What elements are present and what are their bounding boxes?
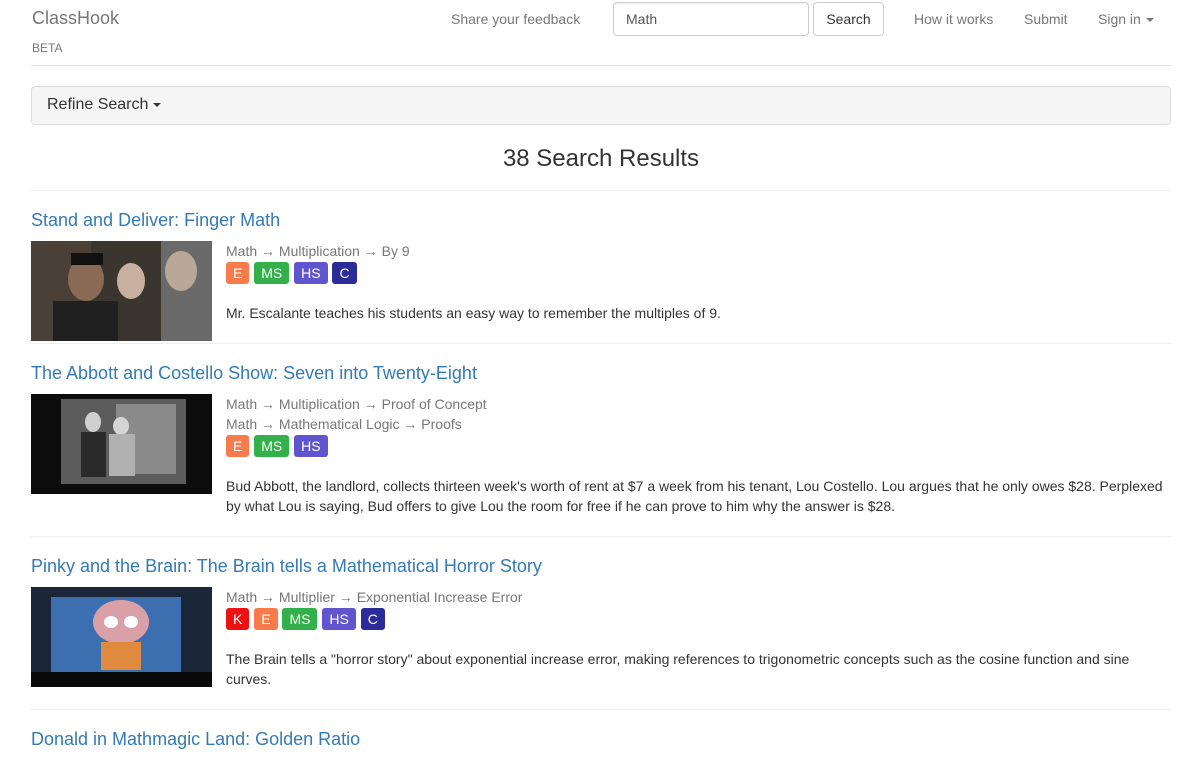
result-item: Stand and Deliver: Finger Math Math → Mu… — [31, 191, 1171, 344]
navbar: ClassHook BETA Share your feedback Searc… — [31, 0, 1171, 66]
video-thumbnail[interactable] — [31, 587, 212, 687]
grade-badge-kindergarten[interactable]: K — [226, 608, 250, 630]
caret-down-icon — [1145, 18, 1154, 23]
subject-path: Math → Mathematical Logic → Proofs — [226, 416, 462, 432]
submit-link[interactable]: Submit — [1024, 11, 1068, 27]
grade-badges: E MS HS — [226, 435, 1171, 457]
result-item: Donald in Mathmagic Land: Golden Ratio — [31, 710, 1171, 750]
result-title-link[interactable]: The Abbott and Costello Show: Seven into… — [31, 344, 1171, 384]
how-it-works-link[interactable]: How it works — [914, 11, 993, 27]
grade-badge-high-school[interactable]: HS — [294, 262, 328, 284]
subject-path: Math → Multiplier → Exponential Increase… — [226, 589, 523, 605]
video-thumbnail[interactable] — [31, 241, 212, 341]
refine-search-panel: Refine Search — [31, 86, 1171, 125]
result-title-link[interactable]: Pinky and the Brain: The Brain tells a M… — [31, 537, 1171, 577]
grade-badge-high-school[interactable]: HS — [322, 608, 356, 630]
grade-badge-elementary[interactable]: E — [226, 435, 250, 457]
feedback-link[interactable]: Share your feedback — [451, 11, 580, 27]
result-title-link[interactable]: Stand and Deliver: Finger Math — [31, 191, 1171, 231]
grade-badges: E MS HS C — [226, 262, 1171, 284]
result-item: The Abbott and Costello Show: Seven into… — [31, 344, 1171, 537]
grade-badge-middle-school[interactable]: MS — [282, 608, 318, 630]
grade-badge-middle-school[interactable]: MS — [254, 262, 290, 284]
page: ClassHook BETA Share your feedback Searc… — [31, 0, 1171, 750]
result-description: Bud Abbott, the landlord, collects thirt… — [226, 478, 1163, 514]
sign-in-dropdown[interactable]: Sign in — [1098, 11, 1154, 27]
video-thumbnail[interactable] — [31, 394, 212, 494]
subject-path: Math → Multiplication → Proof of Concept — [226, 396, 487, 412]
result-item: Pinky and the Brain: The Brain tells a M… — [31, 537, 1171, 710]
result-description: The Brain tells a "horror story" about e… — [226, 651, 1130, 687]
search-input[interactable] — [613, 2, 809, 36]
grade-badge-high-school[interactable]: HS — [294, 435, 328, 457]
grade-badge-middle-school[interactable]: MS — [254, 435, 290, 457]
caret-down-icon — [153, 102, 162, 107]
result-title-link[interactable]: Donald in Mathmagic Land: Golden Ratio — [31, 710, 1171, 750]
grade-badge-college[interactable]: C — [332, 262, 357, 284]
brand-logo[interactable]: ClassHook — [32, 8, 119, 29]
beta-label: BETA — [32, 41, 63, 55]
refine-search-toggle[interactable]: Refine Search — [47, 96, 162, 114]
result-description: Mr. Escalante teaches his students an ea… — [226, 305, 721, 321]
grade-badge-college[interactable]: C — [360, 608, 385, 630]
search-button[interactable]: Search — [813, 2, 884, 36]
subject-path: Math → Multiplication → By 9 — [226, 243, 410, 259]
sign-in-label: Sign in — [1098, 11, 1141, 27]
grade-badge-elementary[interactable]: E — [226, 262, 250, 284]
results-count: 38 Search Results — [31, 125, 1171, 191]
grade-badge-elementary[interactable]: E — [254, 608, 278, 630]
grade-badges: K E MS HS C — [226, 608, 1171, 630]
refine-search-label: Refine Search — [47, 96, 149, 113]
